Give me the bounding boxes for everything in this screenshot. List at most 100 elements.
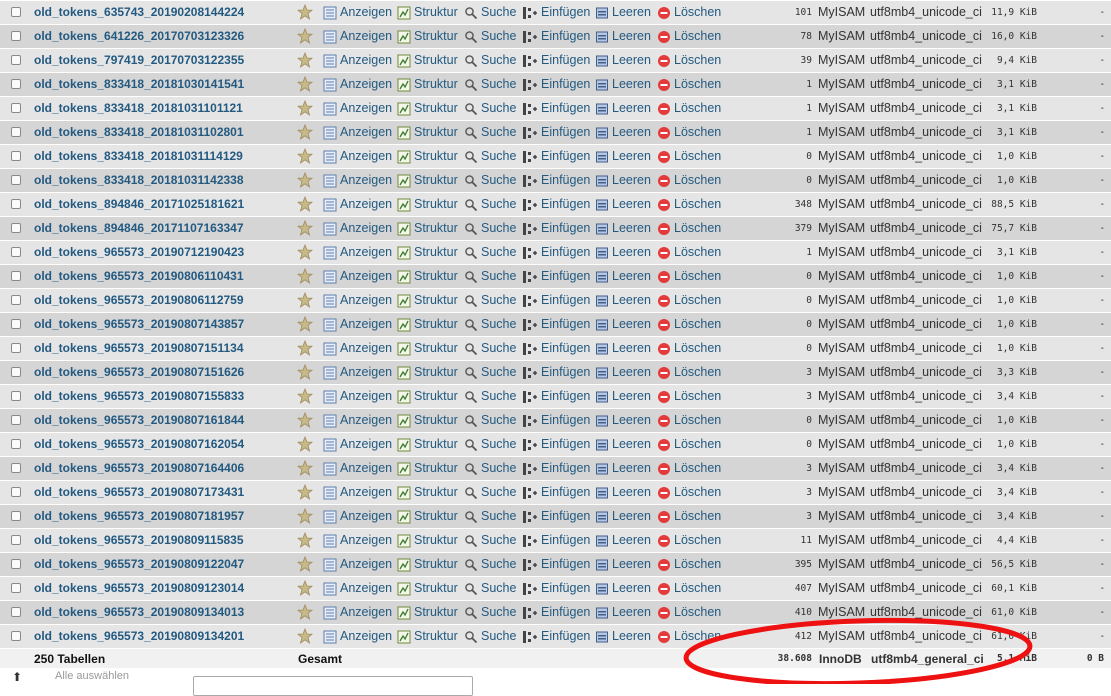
action-search[interactable]: Suche [464,625,516,648]
action-browse[interactable]: Anzeigen [323,265,392,288]
action-search[interactable]: Suche [464,1,516,24]
action-empty[interactable]: Leeren [595,313,651,336]
action-structure[interactable]: Struktur [397,241,458,264]
action-empty[interactable]: Leeren [595,361,651,384]
action-drop[interactable]: Löschen [657,217,721,240]
favorite-star-icon[interactable] [296,459,314,476]
with-selected-dropdown[interactable] [193,676,473,696]
action-insert[interactable]: Einfügen [522,505,590,528]
favorite-star-icon[interactable] [296,123,314,140]
action-drop[interactable]: Löschen [657,73,721,96]
action-structure[interactable]: Struktur [397,601,458,624]
action-insert[interactable]: Einfügen [522,313,590,336]
action-empty[interactable]: Leeren [595,193,651,216]
row-checkbox[interactable] [11,415,21,425]
row-checkbox[interactable] [11,559,21,569]
action-browse[interactable]: Anzeigen [323,145,392,168]
action-drop[interactable]: Löschen [657,313,721,336]
action-insert[interactable]: Einfügen [522,217,590,240]
row-checkbox[interactable] [11,175,21,185]
action-structure[interactable]: Struktur [397,25,458,48]
action-browse[interactable]: Anzeigen [323,553,392,576]
table-name-link[interactable]: old_tokens_965573_20190809122047 [34,553,244,576]
action-empty[interactable]: Leeren [595,1,651,24]
action-drop[interactable]: Löschen [657,265,721,288]
action-empty[interactable]: Leeren [595,121,651,144]
action-search[interactable]: Suche [464,433,516,456]
action-insert[interactable]: Einfügen [522,337,590,360]
action-structure[interactable]: Struktur [397,169,458,192]
row-checkbox[interactable] [11,487,21,497]
favorite-star-icon[interactable] [296,99,314,116]
row-checkbox[interactable] [11,295,21,305]
action-empty[interactable]: Leeren [595,73,651,96]
action-search[interactable]: Suche [464,577,516,600]
action-browse[interactable]: Anzeigen [323,1,392,24]
action-search[interactable]: Suche [464,217,516,240]
action-drop[interactable]: Löschen [657,241,721,264]
row-checkbox[interactable] [11,55,21,65]
table-name-link[interactable]: old_tokens_833418_20181031101121 [34,97,243,120]
action-insert[interactable]: Einfügen [522,625,590,648]
favorite-star-icon[interactable] [296,507,314,524]
action-insert[interactable]: Einfügen [522,457,590,480]
table-name-link[interactable]: old_tokens_965573_20190807164406 [34,457,244,480]
action-browse[interactable]: Anzeigen [323,577,392,600]
action-browse[interactable]: Anzeigen [323,505,392,528]
table-name-link[interactable]: old_tokens_965573_20190807181957 [34,505,244,528]
action-browse[interactable]: Anzeigen [323,25,392,48]
action-insert[interactable]: Einfügen [522,385,590,408]
row-checkbox[interactable] [11,439,21,449]
favorite-star-icon[interactable] [296,243,314,260]
action-structure[interactable]: Struktur [397,97,458,120]
action-search[interactable]: Suche [464,481,516,504]
action-structure[interactable]: Struktur [397,433,458,456]
action-drop[interactable]: Löschen [657,625,721,648]
table-name-link[interactable]: old_tokens_833418_20181031102801 [34,121,244,144]
favorite-star-icon[interactable] [296,51,314,68]
action-empty[interactable]: Leeren [595,265,651,288]
action-browse[interactable]: Anzeigen [323,313,392,336]
action-search[interactable]: Suche [464,145,516,168]
row-checkbox[interactable] [11,607,21,617]
action-structure[interactable]: Struktur [397,313,458,336]
action-structure[interactable]: Struktur [397,577,458,600]
action-empty[interactable]: Leeren [595,529,651,552]
favorite-star-icon[interactable] [296,315,314,332]
favorite-star-icon[interactable] [296,27,314,44]
action-search[interactable]: Suche [464,289,516,312]
action-browse[interactable]: Anzeigen [323,433,392,456]
favorite-star-icon[interactable] [296,387,314,404]
action-insert[interactable]: Einfügen [522,25,590,48]
action-structure[interactable]: Struktur [397,289,458,312]
favorite-star-icon[interactable] [296,291,314,308]
action-drop[interactable]: Löschen [657,193,721,216]
action-search[interactable]: Suche [464,97,516,120]
action-structure[interactable]: Struktur [397,529,458,552]
table-name-link[interactable]: old_tokens_833418_20181031114129 [34,145,243,168]
row-checkbox[interactable] [11,223,21,233]
action-search[interactable]: Suche [464,337,516,360]
action-drop[interactable]: Löschen [657,409,721,432]
action-structure[interactable]: Struktur [397,121,458,144]
table-name-link[interactable]: old_tokens_965573_20190809123014 [34,577,244,600]
action-structure[interactable]: Struktur [397,409,458,432]
action-drop[interactable]: Löschen [657,433,721,456]
row-checkbox[interactable] [11,79,21,89]
action-search[interactable]: Suche [464,169,516,192]
action-drop[interactable]: Löschen [657,361,721,384]
action-drop[interactable]: Löschen [657,529,721,552]
favorite-star-icon[interactable] [296,603,314,620]
action-drop[interactable]: Löschen [657,481,721,504]
action-structure[interactable]: Struktur [397,145,458,168]
action-search[interactable]: Suche [464,361,516,384]
action-insert[interactable]: Einfügen [522,361,590,384]
row-checkbox[interactable] [11,535,21,545]
action-search[interactable]: Suche [464,121,516,144]
row-checkbox[interactable] [11,31,21,41]
action-drop[interactable]: Löschen [657,601,721,624]
action-browse[interactable]: Anzeigen [323,97,392,120]
action-browse[interactable]: Anzeigen [323,481,392,504]
action-structure[interactable]: Struktur [397,625,458,648]
action-insert[interactable]: Einfügen [522,241,590,264]
